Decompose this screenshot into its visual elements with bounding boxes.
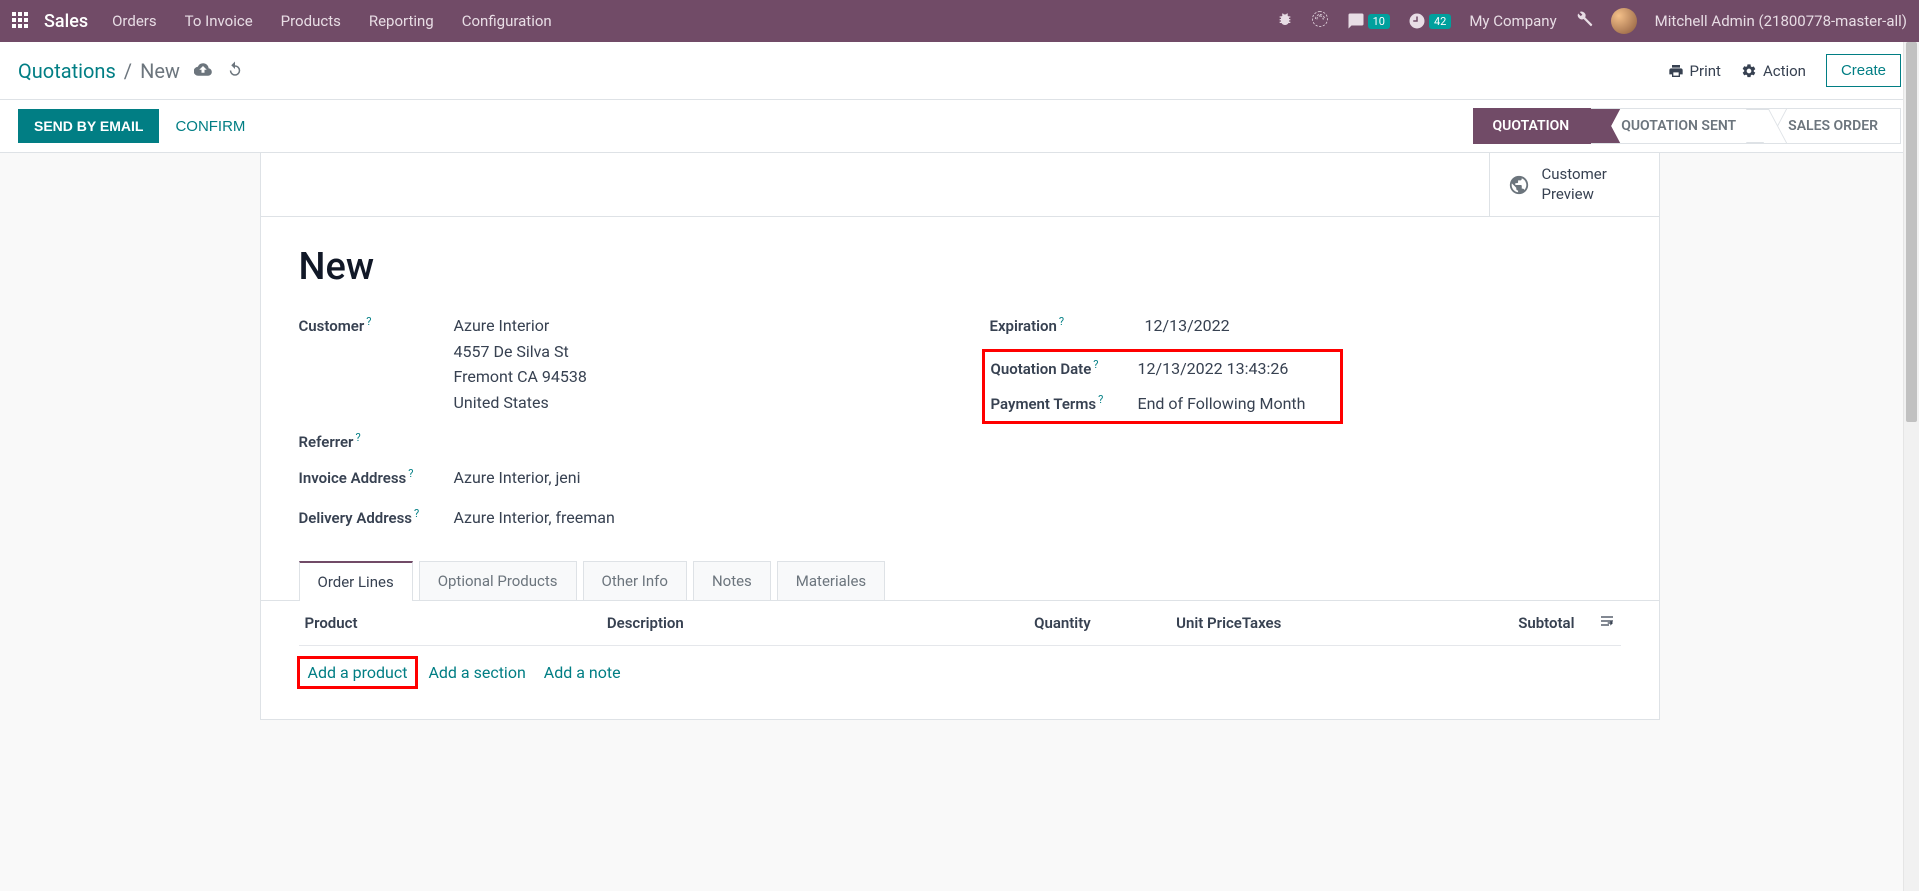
help-icon[interactable]: ?	[414, 507, 419, 520]
tab-other-info[interactable]: Other Info	[583, 561, 687, 600]
print-button[interactable]: Print	[1658, 56, 1731, 86]
payment-terms-field[interactable]: End of Following Month	[1138, 391, 1306, 417]
status-step-quotation[interactable]: QUOTATION	[1473, 108, 1591, 144]
action-label: Action	[1763, 62, 1806, 80]
tab-content: Product Description Quantity Unit Price …	[261, 601, 1659, 719]
delivery-address-label: Delivery Address?	[299, 505, 454, 527]
expiration-field[interactable]: 12/13/2022	[1145, 313, 1230, 339]
status-bar: SEND BY EMAIL CONFIRM QUOTATION QUOTATIO…	[0, 100, 1919, 153]
nav-links: Orders To Invoice Products Reporting Con…	[112, 12, 552, 30]
help-icon[interactable]: ?	[366, 315, 371, 328]
tab-materiales[interactable]: Materiales	[777, 561, 885, 600]
tab-optional-products[interactable]: Optional Products	[419, 561, 577, 600]
nav-reporting[interactable]: Reporting	[369, 12, 434, 30]
order-lines-header: Product Description Quantity Unit Price …	[299, 601, 1621, 646]
help-icon[interactable]: ?	[1098, 393, 1103, 406]
quotation-date-label: Quotation Date?	[991, 356, 1138, 378]
create-button[interactable]: Create	[1826, 54, 1901, 87]
messages-badge: 10	[1368, 14, 1390, 29]
nav-orders[interactable]: Orders	[112, 12, 157, 30]
tab-order-lines[interactable]: Order Lines	[299, 561, 413, 601]
nav-configuration[interactable]: Configuration	[462, 12, 552, 30]
invoice-address-field[interactable]: Azure Interior, jeni	[454, 465, 581, 491]
form-left-column: Customer? Azure Interior 4557 De Silva S…	[299, 313, 930, 531]
add-note-link[interactable]: Add a note	[544, 663, 621, 682]
page-title: New	[299, 245, 1621, 289]
expiration-label: Expiration?	[990, 313, 1145, 335]
company-switcher[interactable]: My Company	[1469, 12, 1556, 30]
col-product: Product	[305, 614, 607, 632]
nav-to-invoice[interactable]: To Invoice	[185, 12, 253, 30]
delivery-address-field[interactable]: Azure Interior, freeman	[454, 505, 615, 531]
action-button[interactable]: Action	[1731, 56, 1816, 86]
col-subtotal: Subtotal	[1363, 614, 1575, 632]
column-options-icon[interactable]	[1575, 613, 1615, 633]
customer-label: Customer?	[299, 313, 454, 335]
bug-icon[interactable]	[1277, 11, 1293, 31]
help-icon[interactable]: ?	[1093, 358, 1098, 371]
order-lines-body: Add a product Add a section Add a note	[299, 646, 1621, 699]
tabs: Order Lines Optional Products Other Info…	[261, 561, 1659, 601]
avatar[interactable]	[1611, 8, 1637, 34]
print-label: Print	[1690, 62, 1721, 80]
add-product-link[interactable]: Add a product	[297, 656, 419, 689]
referrer-label: Referrer?	[299, 429, 454, 451]
col-unit-price: Unit Price	[1091, 614, 1242, 632]
breadcrumb-separator: /	[124, 59, 132, 83]
tab-notes[interactable]: Notes	[693, 561, 771, 600]
control-panel: Quotations / New Print Action Create	[0, 42, 1919, 100]
top-navbar: Sales Orders To Invoice Products Reporti…	[0, 0, 1919, 42]
help-icon[interactable]: ?	[408, 467, 413, 480]
form-right-column: Expiration? 12/13/2022 Quotation Date? 1…	[990, 313, 1621, 531]
app-brand[interactable]: Sales	[44, 11, 88, 32]
nav-products[interactable]: Products	[281, 12, 341, 30]
cloud-unsaved-icon[interactable]	[194, 60, 212, 82]
scrollbar-thumb[interactable]	[1906, 42, 1917, 422]
discard-icon[interactable]	[226, 60, 244, 82]
breadcrumb-current: New	[140, 59, 180, 83]
add-section-link[interactable]: Add a section	[428, 663, 525, 682]
customer-preview-label: Customer Preview	[1542, 165, 1632, 204]
activities-button[interactable]: 42	[1408, 12, 1451, 30]
customer-field[interactable]: Azure Interior 4557 De Silva St Fremont …	[454, 313, 587, 415]
payment-terms-label: Payment Terms?	[991, 391, 1138, 413]
col-quantity: Quantity	[940, 614, 1091, 632]
tools-icon[interactable]	[1575, 10, 1593, 32]
activities-badge: 42	[1429, 14, 1451, 29]
form-sheet: Customer Preview New Customer? Azure Int…	[260, 153, 1660, 720]
scrollbar[interactable]	[1903, 42, 1919, 891]
customer-preview-button[interactable]: Customer Preview	[1489, 153, 1659, 216]
highlight-annotation: Quotation Date? 12/13/2022 13:43:26 Paym…	[982, 349, 1344, 424]
help-icon[interactable]: ?	[355, 431, 360, 444]
breadcrumb-root[interactable]: Quotations	[18, 59, 116, 83]
apps-icon[interactable]	[12, 12, 30, 30]
status-steps: QUOTATION QUOTATION SENT SALES ORDER	[1473, 108, 1901, 144]
invoice-address-label: Invoice Address?	[299, 465, 454, 487]
breadcrumb: Quotations / New	[18, 59, 180, 83]
col-description: Description	[607, 614, 940, 632]
col-taxes: Taxes	[1242, 614, 1363, 632]
main-content: Customer Preview New Customer? Azure Int…	[0, 153, 1919, 760]
support-icon[interactable]	[1311, 10, 1329, 32]
user-menu[interactable]: Mitchell Admin (21800778-master-all)	[1655, 12, 1907, 30]
send-by-email-button[interactable]: SEND BY EMAIL	[18, 109, 159, 143]
button-box: Customer Preview	[261, 153, 1659, 217]
messages-button[interactable]: 10	[1347, 12, 1390, 30]
help-icon[interactable]: ?	[1059, 315, 1064, 328]
nav-right: 10 42 My Company Mitchell Admin (2180077…	[1277, 8, 1907, 34]
confirm-button[interactable]: CONFIRM	[159, 109, 261, 144]
quotation-date-field[interactable]: 12/13/2022 13:43:26	[1138, 356, 1329, 382]
